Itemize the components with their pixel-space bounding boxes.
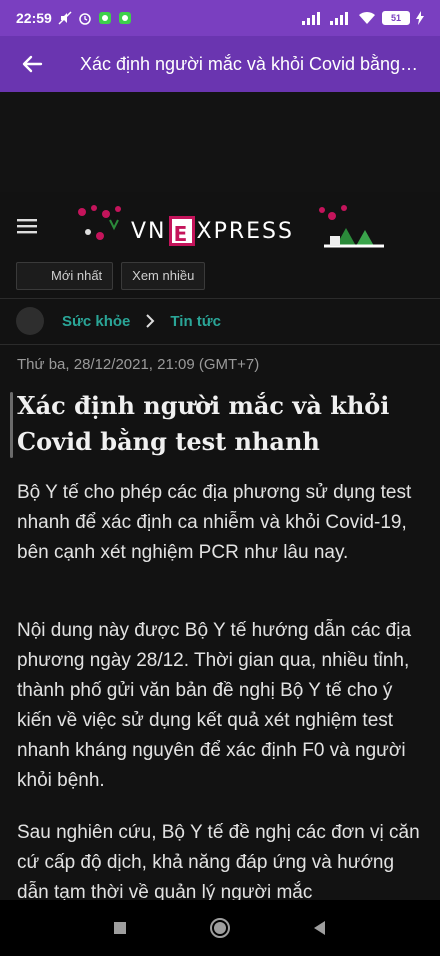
status-bar: 22:59 51 bbox=[0, 0, 440, 36]
charging-icon bbox=[416, 11, 424, 25]
logo-wordmark: VN E XPRESS bbox=[131, 216, 294, 246]
arrow-left-icon bbox=[22, 55, 43, 73]
breadcrumb: Sức khỏe Tin tức bbox=[16, 306, 221, 336]
status-system-icons: 51 bbox=[302, 11, 424, 25]
ad-placeholder bbox=[0, 92, 440, 192]
home-button[interactable] bbox=[209, 917, 231, 939]
status-time: 22:59 bbox=[16, 10, 52, 26]
recents-button[interactable] bbox=[109, 917, 131, 939]
article-paragraph: Bộ Y tế cho phép các địa phương sử dụng … bbox=[17, 482, 412, 563]
hamburger-icon bbox=[17, 219, 37, 234]
menu-button[interactable] bbox=[4, 202, 52, 250]
messenger-icon bbox=[118, 12, 131, 24]
breadcrumb-section-link[interactable]: Sức khỏe bbox=[62, 313, 130, 330]
scroll-indicator bbox=[10, 392, 13, 458]
alarm-icon bbox=[79, 13, 91, 25]
status-notification-icons bbox=[58, 11, 132, 25]
most-viewed-filter-button[interactable]: Xem nhiều bbox=[121, 262, 206, 290]
logo-text-left: VN bbox=[131, 218, 167, 244]
battery-icon: 51 bbox=[382, 11, 410, 25]
site-header: VN E XPRESS bbox=[0, 196, 440, 256]
breadcrumb-subsection-link[interactable]: Tin tức bbox=[170, 313, 221, 330]
article-date: Thứ ba, 28/12/2021, 21:09 (GMT+7) bbox=[17, 356, 260, 373]
divider bbox=[0, 344, 440, 345]
filter-bar: Mới nhất Xem nhiều bbox=[16, 262, 206, 290]
article-headline: Xác định người mắc và khỏi Covid bằng te… bbox=[17, 391, 390, 456]
triangle-left-icon bbox=[314, 921, 325, 935]
site-logo[interactable]: VN E XPRESS bbox=[74, 202, 384, 252]
article-paragraph: Nội dung này được Bộ Y tế hướng dẫn các … bbox=[17, 620, 412, 791]
back-button[interactable] bbox=[0, 36, 64, 92]
chevron-right-icon bbox=[146, 314, 155, 328]
wifi-icon bbox=[359, 11, 375, 24]
app-bar-title: Xác định người mắc và khỏi Covid bằng ..… bbox=[80, 53, 420, 74]
home-circle-icon[interactable] bbox=[16, 307, 44, 335]
app-bar: Xác định người mắc và khỏi Covid bằng ..… bbox=[0, 36, 440, 92]
mute-icon bbox=[58, 11, 72, 25]
messenger-icon bbox=[98, 12, 111, 24]
signal-icon bbox=[330, 12, 348, 25]
system-back-button[interactable] bbox=[309, 917, 331, 939]
square-icon bbox=[114, 922, 126, 934]
latest-filter-button[interactable]: Mới nhất bbox=[16, 262, 114, 290]
logo-text-right: XPRESS bbox=[196, 218, 294, 244]
signal-icon bbox=[302, 12, 320, 25]
article-paragraph: Sau nghiên cứu, Bộ Y tế đề nghị các đơn … bbox=[17, 822, 420, 903]
divider bbox=[0, 298, 440, 299]
logo-text-e: E bbox=[168, 216, 195, 246]
system-navigation-bar bbox=[0, 900, 440, 956]
circle-icon bbox=[210, 918, 230, 938]
